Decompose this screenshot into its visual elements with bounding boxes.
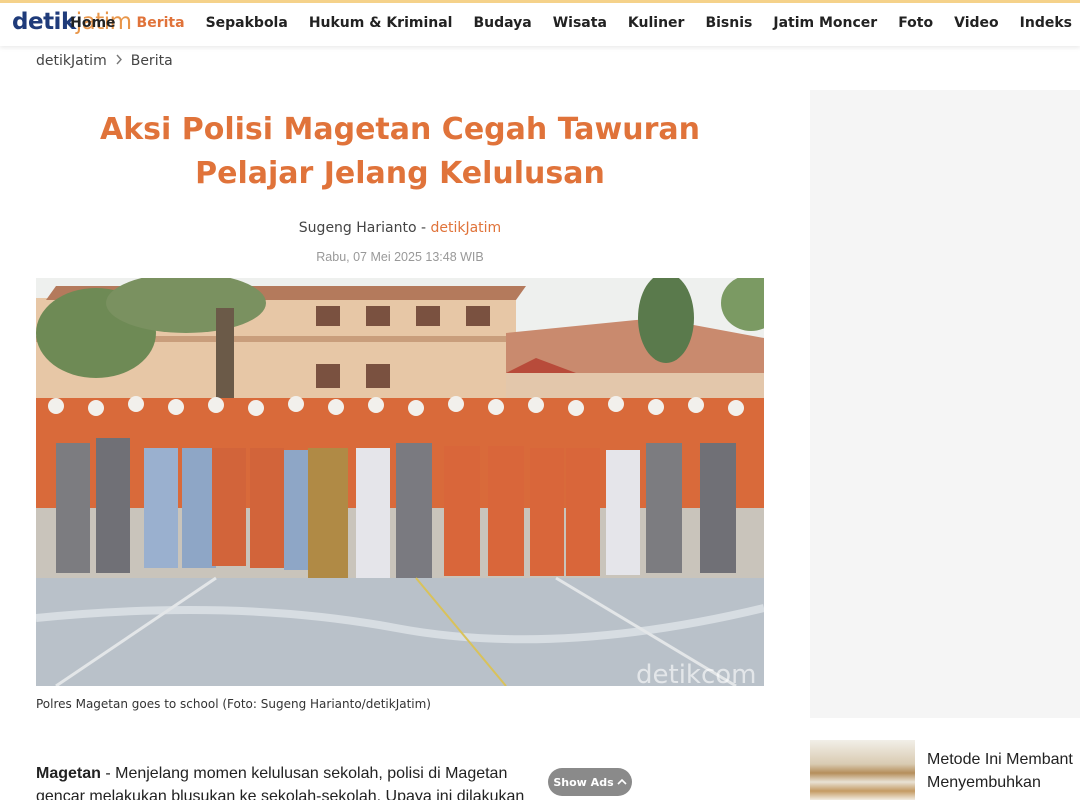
- promo-title: Metode Ini Membant Menyembuhkan: [927, 748, 1073, 800]
- photo-caption: Polres Magetan goes to school (Foto: Sug…: [36, 697, 431, 711]
- nav-item-bisnis[interactable]: Bisnis: [705, 15, 752, 31]
- sidebar-promo-card[interactable]: Metode Ini Membant Menyembuhkan: [810, 740, 1080, 800]
- sidebar-ad-placeholder: [810, 90, 1080, 718]
- chevron-right-icon: [115, 54, 123, 69]
- nav-item-kuliner[interactable]: Kuliner: [628, 15, 685, 31]
- nav-item-foto[interactable]: Foto: [898, 15, 933, 31]
- nav-item-wisata[interactable]: Wisata: [553, 15, 607, 31]
- show-ads-button[interactable]: Show Ads: [548, 768, 632, 796]
- promo-thumbnail: [810, 740, 915, 800]
- article-lead: Magetan - Menjelang momen kelulusan seko…: [36, 762, 536, 800]
- byline-separator: -: [416, 220, 431, 236]
- breadcrumb-item-home[interactable]: detikJatim: [36, 53, 107, 69]
- promo-title-line-1: Metode Ini Membant: [927, 751, 1073, 768]
- author-name[interactable]: Sugeng Harianto: [299, 220, 417, 236]
- lead-text-line-1: Menjelang momen kelulusan sekolah, polis…: [115, 765, 508, 782]
- lead-text-line-2: gencar melakukan blusukan ke sekolah-sek…: [36, 788, 525, 800]
- promo-title-line-2: Menyembuhkan: [927, 774, 1041, 791]
- article-photo: detikcom: [36, 278, 764, 686]
- photo-watermark: detikcom: [636, 660, 757, 686]
- nav-item-budaya[interactable]: Budaya: [473, 15, 531, 31]
- main-nav: Home Berita Sepakbola Hukum & Kriminal B…: [49, 15, 1072, 31]
- nav-item-sepakbola[interactable]: Sepakbola: [206, 15, 288, 31]
- breadcrumb: detikJatim Berita: [36, 53, 173, 69]
- nav-item-home[interactable]: Home: [70, 15, 115, 31]
- top-navigation-bar: detik jatim Home Berita Sepakbola Hukum &…: [0, 0, 1080, 46]
- article-byline: Sugeng Harianto - detikJatim: [36, 220, 764, 236]
- lead-separator: -: [100, 765, 116, 782]
- article-source[interactable]: detikJatim: [430, 220, 501, 236]
- article-title: Aksi Polisi Magetan Cegah Tawuran Pelaja…: [100, 112, 700, 191]
- show-ads-label: Show Ads: [553, 775, 614, 789]
- nav-item-berita[interactable]: Berita: [137, 15, 185, 31]
- article: Aksi Polisi Magetan Cegah Tawuran Pelaja…: [36, 100, 764, 800]
- nav-item-video[interactable]: Video: [954, 15, 999, 31]
- nav-item-hukum-kriminal[interactable]: Hukum & Kriminal: [309, 15, 453, 31]
- nav-item-jatim-moncer[interactable]: Jatim Moncer: [773, 15, 877, 31]
- nav-item-indeks[interactable]: Indeks: [1020, 15, 1072, 31]
- breadcrumb-item-berita[interactable]: Berita: [131, 53, 173, 69]
- chevron-up-icon: [617, 777, 627, 788]
- lead-location: Magetan: [36, 765, 101, 782]
- article-date: Rabu, 07 Mei 2025 13:48 WIB: [316, 250, 484, 264]
